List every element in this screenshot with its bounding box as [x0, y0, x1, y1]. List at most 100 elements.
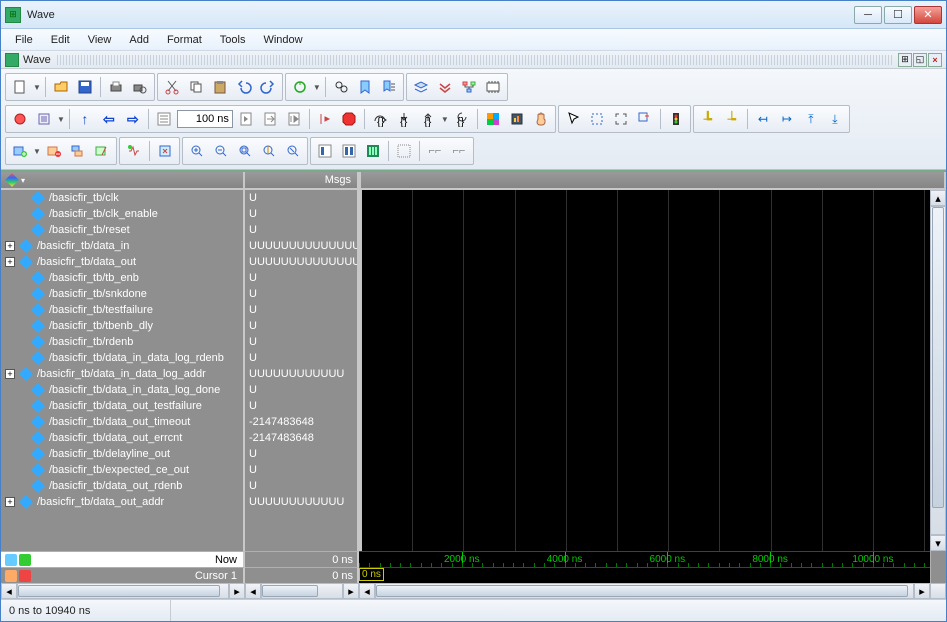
vscroll-up-button[interactable]: ▴	[930, 190, 946, 206]
undo-button[interactable]	[233, 76, 255, 98]
restart-button[interactable]	[289, 76, 311, 98]
bookmark-list-button[interactable]	[378, 76, 400, 98]
sig-hscroll-left-button[interactable]: ◂	[1, 583, 17, 599]
signal-value-doaddr[interactable]: UUUUUUUUUUUU	[245, 494, 357, 510]
cursor-remove-icon[interactable]	[19, 570, 31, 582]
step-into-button[interactable]: {}	[393, 108, 415, 130]
run-length-input[interactable]	[177, 110, 233, 128]
signal-values-pane[interactable]: UUUUUUUUUUUUUUUUUUUUUUUUUUUUUUUUUUUUUUUU…	[245, 190, 359, 551]
run-all-button[interactable]	[259, 108, 281, 130]
signal-row-testfail[interactable]: /basicfir_tb/testfailure	[1, 302, 243, 318]
break-button[interactable]	[9, 108, 31, 130]
menu-tools[interactable]: Tools	[212, 32, 254, 48]
up-button[interactable]: ↑	[74, 108, 96, 130]
print-preview-button[interactable]	[129, 76, 151, 98]
signal-value-tb_enb[interactable]: U	[245, 270, 357, 286]
signal-row-doaddr[interactable]: +/basicfir_tb/data_out_addr	[1, 494, 243, 510]
vscroll-down-button[interactable]: ▾	[930, 535, 946, 551]
signal-row-dordenb[interactable]: /basicfir_tb/data_out_rdenb	[1, 478, 243, 494]
find-button[interactable]	[330, 76, 352, 98]
menu-window[interactable]: Window	[255, 32, 310, 48]
signal-spy-button[interactable]	[123, 140, 145, 162]
signal-value-dladdr[interactable]: UUUUUUUUUUUU	[245, 366, 357, 382]
signal-value-delayout[interactable]: U	[245, 446, 357, 462]
signal-row-snkdone[interactable]: /basicfir_tb/snkdone	[1, 286, 243, 302]
header-grip[interactable]	[57, 55, 894, 65]
remove-wave-button[interactable]	[43, 140, 65, 162]
dataflow-button[interactable]	[458, 76, 480, 98]
prev-edge-button[interactable]: ↤	[752, 108, 774, 130]
signal-value-testfail[interactable]: U	[245, 302, 357, 318]
transition-prev-button[interactable]: ⌐⌐	[424, 140, 446, 162]
layer-toggle-button[interactable]	[410, 76, 432, 98]
signal-row-data_out[interactable]: +/basicfir_tb/data_out	[1, 254, 243, 270]
signal-row-dotf[interactable]: /basicfir_tb/data_out_testfailure	[1, 398, 243, 414]
collapse-button[interactable]	[434, 76, 456, 98]
print-button[interactable]	[105, 76, 127, 98]
signal-value-data_out[interactable]: UUUUUUUUUUUUUUUU	[245, 254, 357, 270]
menu-add[interactable]: Add	[121, 32, 157, 48]
signal-value-rdenb[interactable]: U	[245, 334, 357, 350]
paste-button[interactable]	[209, 76, 231, 98]
zoom-out-button[interactable]	[210, 140, 232, 162]
signal-value-expce[interactable]: U	[245, 462, 357, 478]
signal-value-dordenb[interactable]: U	[245, 478, 357, 494]
signal-row-data_in[interactable]: +/basicfir_tb/data_in	[1, 238, 243, 254]
signal-row-tbenb_dly[interactable]: /basicfir_tb/tbenb_dly	[1, 318, 243, 334]
sig-hscroll-right-button[interactable]: ▸	[229, 583, 245, 599]
vscroll-track[interactable]	[930, 206, 946, 535]
options-button[interactable]	[33, 108, 55, 130]
zoom-in-button[interactable]	[186, 140, 208, 162]
step-return-button[interactable]: {}	[451, 108, 473, 130]
wave-mode-3-button[interactable]	[362, 140, 384, 162]
prev-falling-button[interactable]: ⤒	[800, 108, 822, 130]
signal-value-doto[interactable]: -2147483648	[245, 414, 357, 430]
wave-hscroll-left-button[interactable]: ◂	[359, 583, 375, 599]
expand-toggle[interactable]: +	[5, 257, 15, 267]
cursor-marker[interactable]: 0 ns	[359, 568, 384, 581]
bookmark-button[interactable]	[354, 76, 376, 98]
transition-next-button[interactable]: ⌐⌐	[448, 140, 470, 162]
coverage-button[interactable]	[482, 108, 504, 130]
cursor-strip[interactable]: 0 ns	[359, 567, 930, 583]
next-button[interactable]: ⇨	[122, 108, 144, 130]
cursor-lock-icon[interactable]	[5, 570, 17, 582]
prev-button[interactable]: ⇦	[98, 108, 120, 130]
signal-value-clk[interactable]: U	[245, 190, 357, 206]
hand-button[interactable]	[530, 108, 552, 130]
add-wave-button[interactable]	[9, 140, 31, 162]
signal-value-clk_enable[interactable]: U	[245, 206, 357, 222]
save-button[interactable]	[74, 76, 96, 98]
cursor-remove-button[interactable]: ┶	[721, 108, 743, 130]
signal-value-data_in[interactable]: UUUUUUUUUUUUUUUU	[245, 238, 357, 254]
expand-toggle[interactable]: +	[5, 369, 15, 379]
wave-hscroll-track[interactable]	[375, 583, 914, 599]
signal-value-dotf[interactable]: U	[245, 398, 357, 414]
dock-expand-button[interactable]: ⊞	[898, 53, 912, 67]
expand-toggle[interactable]: +	[5, 241, 15, 251]
signal-value-doerr[interactable]: -2147483648	[245, 430, 357, 446]
sig-hscroll-track[interactable]	[17, 583, 229, 599]
zoom-full-button[interactable]	[234, 140, 256, 162]
cut-button[interactable]	[161, 76, 183, 98]
maximize-button[interactable]: ☐	[884, 6, 912, 24]
wave-mode-4-button[interactable]	[393, 140, 415, 162]
expand-toggle[interactable]: +	[5, 497, 15, 507]
open-button[interactable]	[50, 76, 72, 98]
signal-row-rdenb[interactable]: /basicfir_tb/rdenb	[1, 334, 243, 350]
run-list-button[interactable]	[153, 108, 175, 130]
zoom-cursor-button[interactable]	[258, 140, 280, 162]
step-over-button[interactable]: {}	[369, 108, 391, 130]
menu-view[interactable]: View	[80, 32, 120, 48]
signal-row-clk[interactable]: /basicfir_tb/clk	[1, 190, 243, 206]
menu-format[interactable]: Format	[159, 32, 210, 48]
next-edge-button[interactable]: ↦	[776, 108, 798, 130]
signal-value-dldone[interactable]: U	[245, 382, 357, 398]
signal-row-dladdr[interactable]: +/basicfir_tb/data_in_data_log_addr	[1, 366, 243, 382]
cursor-add-button[interactable]: ┺	[697, 108, 719, 130]
stoplight-button[interactable]	[665, 108, 687, 130]
objects-filter-icon[interactable]	[5, 173, 19, 187]
continue-run-button[interactable]	[283, 108, 305, 130]
waveform-view[interactable]	[359, 190, 930, 551]
group-wave-button[interactable]	[67, 140, 89, 162]
